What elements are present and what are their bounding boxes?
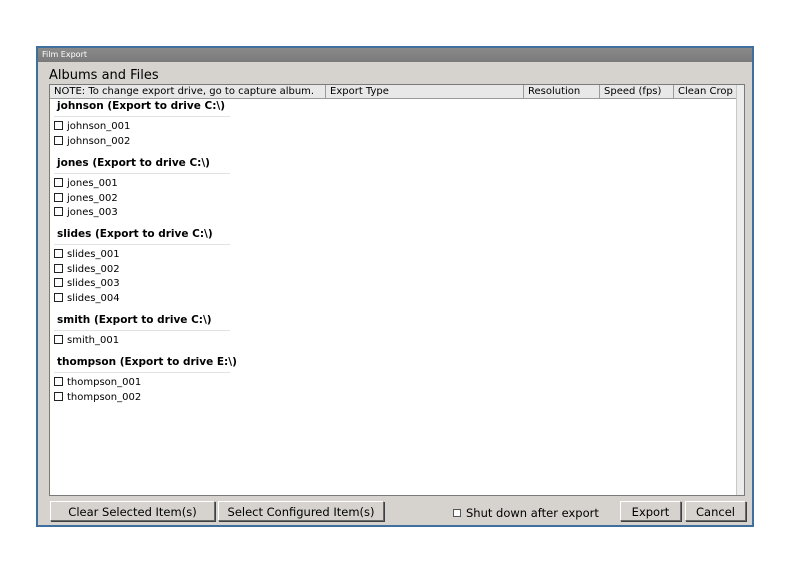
section-title: Albums and Files xyxy=(49,68,159,83)
list-item-jones-002[interactable]: jones_002 xyxy=(54,192,118,206)
item-label: thompson_001 xyxy=(67,377,142,388)
item-label: johnson_001 xyxy=(67,121,131,132)
albums-files-list[interactable]: NOTE: To change export drive, go to capt… xyxy=(49,84,745,496)
item-checkbox[interactable] xyxy=(54,135,63,145)
shutdown-checkbox[interactable] xyxy=(453,508,461,517)
album-divider xyxy=(54,173,230,174)
list-item-jones-003[interactable]: jones_003 xyxy=(54,206,118,220)
item-label: jones_001 xyxy=(67,178,118,189)
album-header-johnson: johnson (Export to drive C:\) xyxy=(57,100,226,112)
select-configured-button[interactable]: Select Configured Item(s) xyxy=(218,501,384,521)
item-label: slides_003 xyxy=(67,278,120,289)
column-header-speed[interactable]: Speed (fps) xyxy=(600,85,674,99)
item-checkbox[interactable] xyxy=(54,277,63,287)
album-header-smith: smith (Export to drive C:\) xyxy=(57,314,212,326)
album-header-thompson: thompson (Export to drive E:\) xyxy=(57,356,237,368)
item-checkbox[interactable] xyxy=(54,120,63,130)
clear-selected-button[interactable]: Clear Selected Item(s) xyxy=(50,501,215,521)
list-item-slides-003[interactable]: slides_003 xyxy=(54,277,120,291)
column-header-resolution[interactable]: Resolution xyxy=(524,85,600,99)
export-button[interactable]: Export xyxy=(620,501,681,521)
list-item-slides-001[interactable]: slides_001 xyxy=(54,248,120,262)
item-checkbox[interactable] xyxy=(54,376,63,386)
item-label: jones_003 xyxy=(67,207,118,218)
item-checkbox[interactable] xyxy=(54,206,63,216)
item-label: jones_002 xyxy=(67,193,118,204)
item-checkbox[interactable] xyxy=(54,263,63,273)
item-checkbox[interactable] xyxy=(54,292,63,302)
item-checkbox[interactable] xyxy=(54,391,63,401)
vertical-scrollbar[interactable] xyxy=(736,85,744,495)
album-divider xyxy=(54,116,230,117)
item-checkbox[interactable] xyxy=(54,177,63,187)
list-item-johnson-002[interactable]: johnson_002 xyxy=(54,135,130,149)
shutdown-option[interactable]: Shut down after export xyxy=(453,506,599,520)
item-checkbox[interactable] xyxy=(54,334,63,344)
album-divider xyxy=(54,244,230,245)
list-item-slides-004[interactable]: slides_004 xyxy=(54,292,120,306)
item-label: slides_004 xyxy=(67,293,120,304)
item-label: slides_002 xyxy=(67,264,120,275)
list-item-jones-001[interactable]: jones_001 xyxy=(54,177,118,191)
list-item-thompson-002[interactable]: thompson_002 xyxy=(54,391,141,405)
item-checkbox[interactable] xyxy=(54,248,63,258)
list-item-smith-001[interactable]: smith_001 xyxy=(54,334,119,348)
film-export-window: Film Export Albums and Files NOTE: To ch… xyxy=(36,46,754,527)
item-label: slides_001 xyxy=(67,249,120,260)
album-divider xyxy=(54,372,230,373)
cancel-button[interactable]: Cancel xyxy=(685,501,746,521)
list-item-slides-002[interactable]: slides_002 xyxy=(54,263,120,277)
list-item-johnson-001[interactable]: johnson_001 xyxy=(54,120,130,134)
column-header-note[interactable]: NOTE: To change export drive, go to capt… xyxy=(50,85,326,99)
album-header-slides: slides (Export to drive C:\) xyxy=(57,228,213,240)
window-title: Film Export xyxy=(38,48,752,62)
item-label: johnson_002 xyxy=(67,136,131,147)
item-label: thompson_002 xyxy=(67,392,142,403)
album-header-jones: jones (Export to drive C:\) xyxy=(57,157,210,169)
item-checkbox[interactable] xyxy=(54,192,63,202)
list-item-thompson-001[interactable]: thompson_001 xyxy=(54,376,141,390)
column-header-clean-crop[interactable]: Clean Crop xyxy=(674,85,744,99)
column-header-export-type[interactable]: Export Type xyxy=(326,85,524,99)
shutdown-label: Shut down after export xyxy=(466,506,599,520)
item-label: smith_001 xyxy=(67,335,120,346)
album-divider xyxy=(54,330,230,331)
